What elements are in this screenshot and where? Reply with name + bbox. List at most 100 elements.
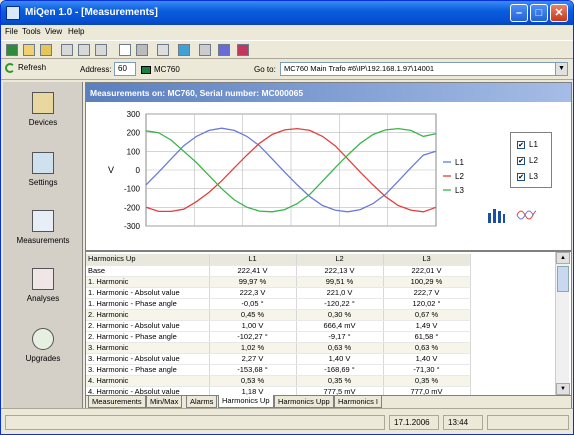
maximize-button[interactable]: □ bbox=[530, 4, 548, 22]
table-row[interactable]: 4. Harmonic - Absolut value 1,18 V 777,5 m… bbox=[86, 386, 471, 395]
menu-view[interactable]: View bbox=[45, 27, 62, 36]
menu-file[interactable]: File bbox=[5, 27, 18, 36]
row-label: 2. Harmonic - Absolut value bbox=[86, 320, 210, 332]
table-row[interactable]: 4. Harmonic 0,53 % 0,35 % 0,35 % bbox=[86, 375, 471, 387]
waveform-icon[interactable] bbox=[516, 207, 536, 223]
print-icon[interactable] bbox=[136, 44, 148, 56]
legend-label: L3 bbox=[455, 186, 464, 195]
disabled-icon[interactable] bbox=[157, 44, 169, 56]
table-row[interactable]: 1. Harmonic - Phase angle -0,05 ° -120,22 … bbox=[86, 298, 471, 310]
status-bar: 17.1.2006 13:44 bbox=[1, 408, 573, 434]
harmonics-table: Harmonics Up L1 L2 L3 Base 222,41 V 222,13 V 22… bbox=[86, 254, 471, 395]
checkbox-l3[interactable]: ✔ bbox=[517, 173, 525, 181]
folder-icon[interactable] bbox=[40, 44, 52, 56]
devices-icon bbox=[32, 92, 54, 114]
row-label: 1. Harmonic - Absolut value bbox=[86, 287, 210, 299]
tab-harmonics-upp[interactable]: Harmonics Upp bbox=[274, 396, 334, 408]
table-row[interactable]: 1. Harmonic - Absolut value 222,3 V 221,0 … bbox=[86, 287, 471, 299]
new-icon[interactable] bbox=[6, 44, 18, 56]
cell-value: 777,5 mV bbox=[296, 386, 384, 395]
cell-value: 222,41 V bbox=[209, 265, 297, 277]
sidebar-item-measurements[interactable]: Measurements bbox=[3, 210, 83, 245]
tab-min-max[interactable]: Min/Max bbox=[146, 396, 183, 408]
table-row[interactable]: Base 222,41 V 222,13 V 222,01 V bbox=[86, 265, 471, 277]
device-icon bbox=[141, 65, 151, 74]
row-label: Base bbox=[86, 265, 210, 277]
menu-tools[interactable]: Tools bbox=[22, 27, 41, 36]
table-row[interactable]: 3. Harmonic 1,02 % 0,63 % 0,63 % bbox=[86, 342, 471, 354]
row-label: 2. Harmonic - Phase angle bbox=[86, 331, 210, 343]
column-header[interactable]: L3 bbox=[383, 254, 471, 266]
column-header[interactable]: L1 bbox=[209, 254, 297, 266]
harmonics-grid: Harmonics Up L1 L2 L3 Base 222,41 V 222,13 V 22… bbox=[86, 250, 571, 395]
table-row[interactable]: 2. Harmonic - Absolut value 1,00 V 666,4 m… bbox=[86, 320, 471, 332]
table-row[interactable]: 1. Harmonic 99,97 % 99,51 % 100,29 % bbox=[86, 276, 471, 288]
sidebar-label: Measurements bbox=[16, 236, 70, 245]
sidebar-label: Analyses bbox=[26, 294, 60, 303]
cell-value: 1,40 V bbox=[296, 353, 384, 365]
status-time: 13:44 bbox=[443, 415, 483, 430]
tab-measurements[interactable]: Measurements bbox=[88, 396, 146, 408]
minimize-button[interactable]: – bbox=[510, 4, 528, 22]
address-input[interactable]: 60 bbox=[114, 62, 136, 76]
window-icon[interactable] bbox=[199, 44, 211, 56]
tab-alarms[interactable]: Alarms bbox=[186, 396, 218, 408]
user-icon[interactable] bbox=[218, 44, 230, 56]
grid-scrollbar[interactable]: ▲ ▼ bbox=[555, 252, 570, 395]
status-panel-extra bbox=[487, 415, 569, 430]
save-all-icon[interactable] bbox=[78, 44, 90, 56]
title-bar[interactable]: MiQen 1.0 - [Measurements] – □ ✕ bbox=[1, 1, 573, 25]
help-book-icon[interactable] bbox=[237, 44, 249, 56]
close-button[interactable]: ✕ bbox=[550, 4, 568, 22]
status-date: 17.1.2006 bbox=[389, 415, 439, 430]
y-tick-label: 0 bbox=[136, 166, 141, 175]
cell-value: 222,7 V bbox=[383, 287, 471, 299]
status-panel-main bbox=[5, 415, 385, 430]
cell-value: -0,05 ° bbox=[209, 298, 297, 310]
connect-icon[interactable] bbox=[178, 44, 190, 56]
column-header[interactable]: Harmonics Up bbox=[86, 254, 210, 266]
row-label: 2. Harmonic bbox=[86, 309, 210, 321]
bar-chart-icon[interactable] bbox=[486, 207, 506, 223]
tab-harmonics-i[interactable]: Harmonics I bbox=[334, 396, 383, 408]
device-indicator: MC760 bbox=[141, 65, 180, 74]
column-header[interactable]: L2 bbox=[296, 254, 384, 266]
chevron-down-icon[interactable]: ▼ bbox=[555, 63, 567, 75]
scroll-up-icon[interactable]: ▲ bbox=[556, 252, 570, 264]
scroll-thumb[interactable] bbox=[557, 266, 569, 292]
row-label: 1. Harmonic bbox=[86, 276, 210, 288]
sidebar-item-devices[interactable]: Devices bbox=[3, 92, 83, 127]
sidebar-label: Devices bbox=[28, 118, 58, 127]
sidebar-item-upgrades[interactable]: Upgrades bbox=[3, 328, 83, 363]
cell-value: 0,53 % bbox=[209, 375, 297, 387]
refresh-label: Refresh bbox=[18, 63, 47, 73]
table-row[interactable]: 2. Harmonic - Phase angle -102,27 ° -9,17 … bbox=[86, 331, 471, 343]
waveform-chart: 300 200 100 0 -100 -200 -300 V L1 L2 L3 bbox=[86, 102, 571, 250]
table-row[interactable]: 3. Harmonic - Absolut value 2,27 V 1,40 V1… bbox=[86, 353, 471, 365]
refresh-button[interactable]: Refresh bbox=[5, 63, 46, 73]
sidebar-label: Settings bbox=[28, 178, 58, 187]
save-icon[interactable] bbox=[61, 44, 73, 56]
y-tick-label: 100 bbox=[127, 147, 141, 156]
table-row[interactable]: 3. Harmonic - Phase angle -153,68 ° -168,6… bbox=[86, 364, 471, 376]
analyses-icon bbox=[32, 268, 54, 290]
table-row[interactable]: 2. Harmonic 0,45 % 0,30 % 0,67 % bbox=[86, 309, 471, 321]
cell-value: 1,00 V bbox=[209, 320, 297, 332]
cell-value: 1,40 V bbox=[383, 353, 471, 365]
open-icon[interactable] bbox=[23, 44, 35, 56]
device-label: MC760 bbox=[154, 65, 180, 74]
checkbox-l1-label: L1 bbox=[529, 140, 538, 149]
goto-select[interactable]: MC760 Main Trafo #6\IP\192.168.1.97\1400… bbox=[280, 62, 568, 76]
checkbox-l2[interactable]: ✔ bbox=[517, 157, 525, 165]
checkbox-l1[interactable]: ✔ bbox=[517, 141, 525, 149]
tab-harmonics-up[interactable]: Harmonics Up bbox=[218, 395, 274, 408]
sidebar-item-settings[interactable]: Settings bbox=[3, 152, 83, 187]
scroll-down-icon[interactable]: ▼ bbox=[556, 383, 570, 395]
print-preview-icon[interactable] bbox=[119, 44, 131, 56]
sidebar-item-analyses[interactable]: Analyses bbox=[3, 268, 83, 303]
cell-value: -120,22 ° bbox=[296, 298, 384, 310]
menu-help[interactable]: Help bbox=[68, 27, 84, 36]
goto-label: Go to: bbox=[254, 65, 276, 74]
cell-value: -71,30 ° bbox=[383, 364, 471, 376]
dropdown-icon[interactable] bbox=[95, 44, 107, 56]
